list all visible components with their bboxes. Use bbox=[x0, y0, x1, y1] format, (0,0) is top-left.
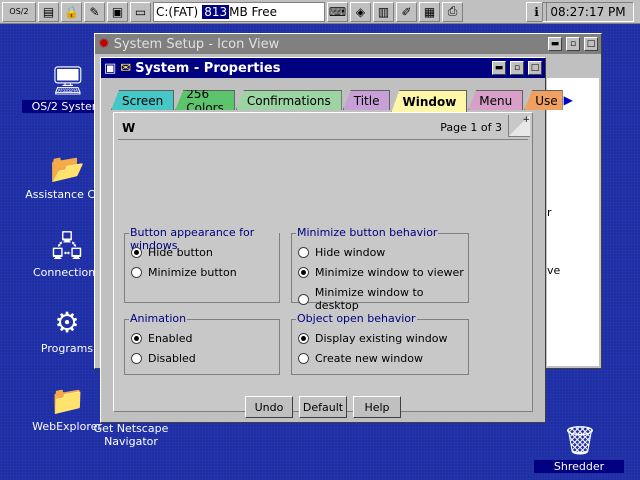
tab-title[interactable]: Title bbox=[342, 90, 391, 110]
keyboard-icon[interactable]: ⌨ bbox=[327, 1, 348, 22]
radio-indicator[interactable] bbox=[298, 353, 309, 364]
maximize-button[interactable]: □ bbox=[584, 37, 598, 51]
radio-label: Minimize window to viewer bbox=[315, 266, 464, 279]
assistance-folder-icon: 📂 bbox=[50, 152, 85, 185]
maximize-button[interactable]: □ bbox=[528, 61, 542, 75]
hide-button[interactable]: ▬ bbox=[548, 37, 562, 51]
radio-display-existing-window[interactable]: Display existing window bbox=[298, 332, 447, 345]
tab-256-colors[interactable]: 256 Colors bbox=[175, 90, 235, 110]
edit-icon[interactable]: ✐ bbox=[396, 1, 417, 22]
object-open-group: Object open behavior Display existing wi… bbox=[291, 312, 469, 375]
radio-hide-button[interactable]: Hide button bbox=[131, 246, 213, 259]
desktop-icon-label: Shredder bbox=[534, 460, 624, 473]
drive-icon[interactable]: ▭ bbox=[130, 1, 151, 22]
notes-icon: ✉ bbox=[120, 60, 132, 76]
drive-c-icon[interactable]: ▦ bbox=[419, 1, 440, 22]
radio-indicator[interactable] bbox=[131, 247, 142, 258]
radio-animation-enabled[interactable]: Enabled bbox=[131, 332, 192, 345]
page-flip-icon[interactable]: + bbox=[508, 115, 530, 137]
help-button[interactable]: Help bbox=[353, 396, 401, 418]
group-title: Object open behavior bbox=[296, 312, 417, 325]
desktop-icon-netscape[interactable]: Get Netscape Navigator bbox=[86, 422, 176, 448]
tab-use[interactable]: Use bbox=[524, 90, 563, 110]
radio-label: Display existing window bbox=[315, 332, 448, 345]
animation-group: Animation Enabled Disabled bbox=[124, 312, 280, 375]
radio-minimize-to-viewer[interactable]: Minimize window to viewer bbox=[298, 266, 464, 279]
notebook-tabs: Screen 256 Colors Confirmations Title Wi… bbox=[111, 90, 573, 112]
group-title: Minimize button behavior bbox=[296, 226, 439, 239]
minimize-button[interactable]: ▫ bbox=[510, 61, 524, 75]
drive-label: C:(FAT) bbox=[156, 4, 199, 19]
window-title: System - Properties bbox=[135, 60, 281, 76]
radio-label: Create new window bbox=[315, 352, 424, 365]
minimize-behavior-group: Minimize button behavior Hide window Min… bbox=[291, 226, 469, 312]
radio-indicator[interactable] bbox=[131, 333, 142, 344]
radio-label: Enabled bbox=[148, 332, 193, 345]
radio-label: Hide window bbox=[315, 246, 386, 259]
tab-screen[interactable]: Screen bbox=[111, 90, 175, 110]
radio-indicator[interactable] bbox=[298, 267, 309, 278]
partial-label: r bbox=[547, 206, 552, 219]
drive-free-suffix: MB Free bbox=[229, 4, 277, 19]
lock-icon[interactable]: 🔒 bbox=[61, 1, 82, 22]
radio-indicator[interactable] bbox=[298, 293, 309, 305]
page-heading: W bbox=[122, 121, 136, 135]
os2-logo-button[interactable]: OS/2 bbox=[2, 1, 36, 22]
tab-scroll-right-icon[interactable]: ▶ bbox=[564, 90, 573, 112]
radio-label: Minimize button bbox=[148, 266, 237, 279]
network-icon: 🖧 bbox=[51, 230, 83, 263]
system-menu-icon[interactable]: ▣ bbox=[104, 61, 116, 76]
radio-minimize-to-desktop[interactable]: Minimize window to desktop bbox=[298, 286, 468, 312]
window-list-icon[interactable]: ▤ bbox=[38, 1, 59, 22]
system-properties-window[interactable]: ▣ ✉ System - Properties ▬ ▫ □ Screen 256… bbox=[100, 57, 573, 423]
minimize-button[interactable]: ▫ bbox=[566, 37, 580, 51]
computer-icon: 🖥 bbox=[50, 64, 86, 97]
hide-button[interactable]: ▬ bbox=[492, 61, 506, 75]
drive-status: C:(FAT) 813 MB Free bbox=[153, 1, 325, 22]
shredder-icon: 🗑 bbox=[562, 424, 598, 457]
radio-animation-disabled[interactable]: Disabled bbox=[131, 352, 196, 365]
system-menu-icon[interactable]: ✹ bbox=[98, 36, 110, 52]
printer-icon[interactable]: ⎙ bbox=[442, 1, 463, 22]
undo-button[interactable]: Undo bbox=[245, 396, 293, 418]
radio-create-new-window[interactable]: Create new window bbox=[298, 352, 423, 365]
radio-indicator[interactable] bbox=[298, 247, 309, 258]
radio-hide-window[interactable]: Hide window bbox=[298, 246, 385, 259]
folder-icon[interactable]: ▥ bbox=[373, 1, 394, 22]
page-indicator: Page 1 of 3 bbox=[440, 121, 502, 134]
tab-confirmations[interactable]: Confirmations bbox=[235, 90, 342, 110]
heading-divider bbox=[118, 139, 528, 140]
clock: 08:27:17 PM bbox=[542, 2, 634, 22]
cube-icon[interactable]: ◈ bbox=[350, 1, 371, 22]
radio-minimize-button[interactable]: Minimize button bbox=[131, 266, 237, 279]
desktop-icon-label: Get Netscape Navigator bbox=[93, 422, 169, 448]
drive-free-value: 813 bbox=[202, 4, 230, 19]
taskbar: OS/2 ▤ 🔒 ✎ ▣ ▭ C:(FAT) 813 MB Free ⌨ ◈ ▥… bbox=[0, 0, 640, 24]
radio-indicator[interactable] bbox=[131, 353, 142, 364]
radio-label: Disabled bbox=[148, 352, 196, 365]
partial-label: ve bbox=[547, 264, 561, 277]
radio-indicator[interactable] bbox=[298, 333, 309, 344]
programs-icon: ⚙ bbox=[54, 306, 80, 339]
system-monitor-icon[interactable]: ▣ bbox=[107, 1, 128, 22]
default-button[interactable]: Default bbox=[299, 396, 347, 418]
desktop-icon-shredder[interactable]: 🗑 Shredder bbox=[534, 424, 624, 473]
notebook-page: W Page 1 of 3 + Button appearance for wi… bbox=[113, 112, 533, 412]
properties-titlebar[interactable]: ▣ ✉ System - Properties ▬ ▫ □ bbox=[101, 58, 545, 78]
system-setup-titlebar[interactable]: ✹ System Setup - Icon View ▬ ▫ □ bbox=[95, 34, 601, 54]
radio-indicator[interactable] bbox=[131, 267, 142, 278]
webexplorer-folder-icon: 📁 bbox=[50, 384, 85, 417]
window-title: System Setup - Icon View bbox=[113, 36, 280, 52]
tab-menu[interactable]: Menu bbox=[468, 90, 524, 110]
radio-label: Minimize window to desktop bbox=[314, 286, 424, 312]
tab-window[interactable]: Window bbox=[391, 90, 468, 112]
group-title: Animation bbox=[129, 312, 188, 325]
pen-icon[interactable]: ✎ bbox=[84, 1, 105, 22]
setup-content: r ve bbox=[547, 78, 599, 366]
radio-label: Hide button bbox=[148, 246, 213, 259]
button-appearance-group: Button appearance for windows Hide butto… bbox=[124, 226, 280, 303]
